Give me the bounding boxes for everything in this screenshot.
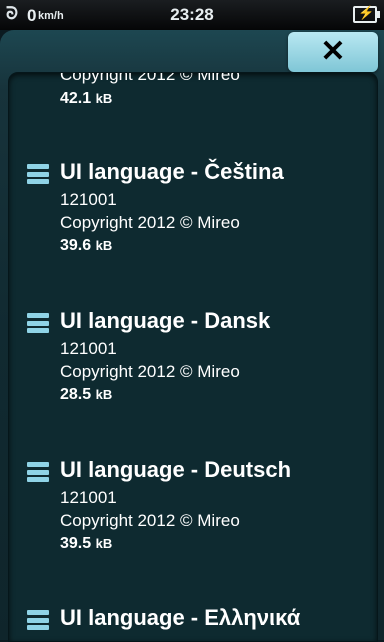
entry-copyright: Copyright 2012 © Mireo <box>60 511 240 530</box>
entry-copyright: Copyright 2012 © Mireo <box>60 72 240 84</box>
list-item[interactable]: UI language - Čeština 121001 Copyright 2… <box>9 159 377 269</box>
entry-version: 121001 <box>60 339 117 358</box>
list-item[interactable]: UI language - Dansk 121001 Copyright 201… <box>9 308 377 418</box>
entry-title: UI language - Deutsch <box>60 457 292 482</box>
list-item[interactable]: Copyright 2012 © Mireo 42.1 kB <box>9 73 377 113</box>
entry-size: 28.5 kB <box>60 386 113 403</box>
entry-title: UI language - Čeština <box>60 159 284 184</box>
package-icon <box>27 462 49 482</box>
list-item[interactable]: UI language - Deutsch 121001 Copyright 2… <box>9 457 377 567</box>
package-list[interactable]: Copyright 2012 © Mireo 42.1 kB UI langua… <box>8 72 378 642</box>
close-icon: ✕ <box>320 35 346 68</box>
entry-copyright: Copyright 2012 © Mireo <box>60 213 240 232</box>
package-icon <box>27 313 49 333</box>
package-icon <box>27 610 49 630</box>
entry-title: UI language - Dansk <box>60 308 271 333</box>
list-item[interactable]: UI language - Ελληνικά <box>9 605 377 641</box>
entry-title: UI language - Ελληνικά <box>60 605 301 630</box>
battery-charging-icon: ⚡ <box>353 5 380 23</box>
entry-size: 39.6 kB <box>60 237 113 254</box>
entry-size: 42.1 kB <box>60 90 113 107</box>
clock: 23:28 <box>170 5 214 24</box>
entry-size: 39.5 kB <box>60 535 113 552</box>
status-bar: ᘐ 0 km/h 23:28 ⚡ <box>0 0 384 30</box>
entry-version: 121001 <box>60 190 117 209</box>
entry-version: 121001 <box>60 488 117 507</box>
package-icon <box>27 164 49 184</box>
entry-copyright: Copyright 2012 © Mireo <box>60 362 240 381</box>
close-button[interactable]: ✕ <box>288 32 378 72</box>
